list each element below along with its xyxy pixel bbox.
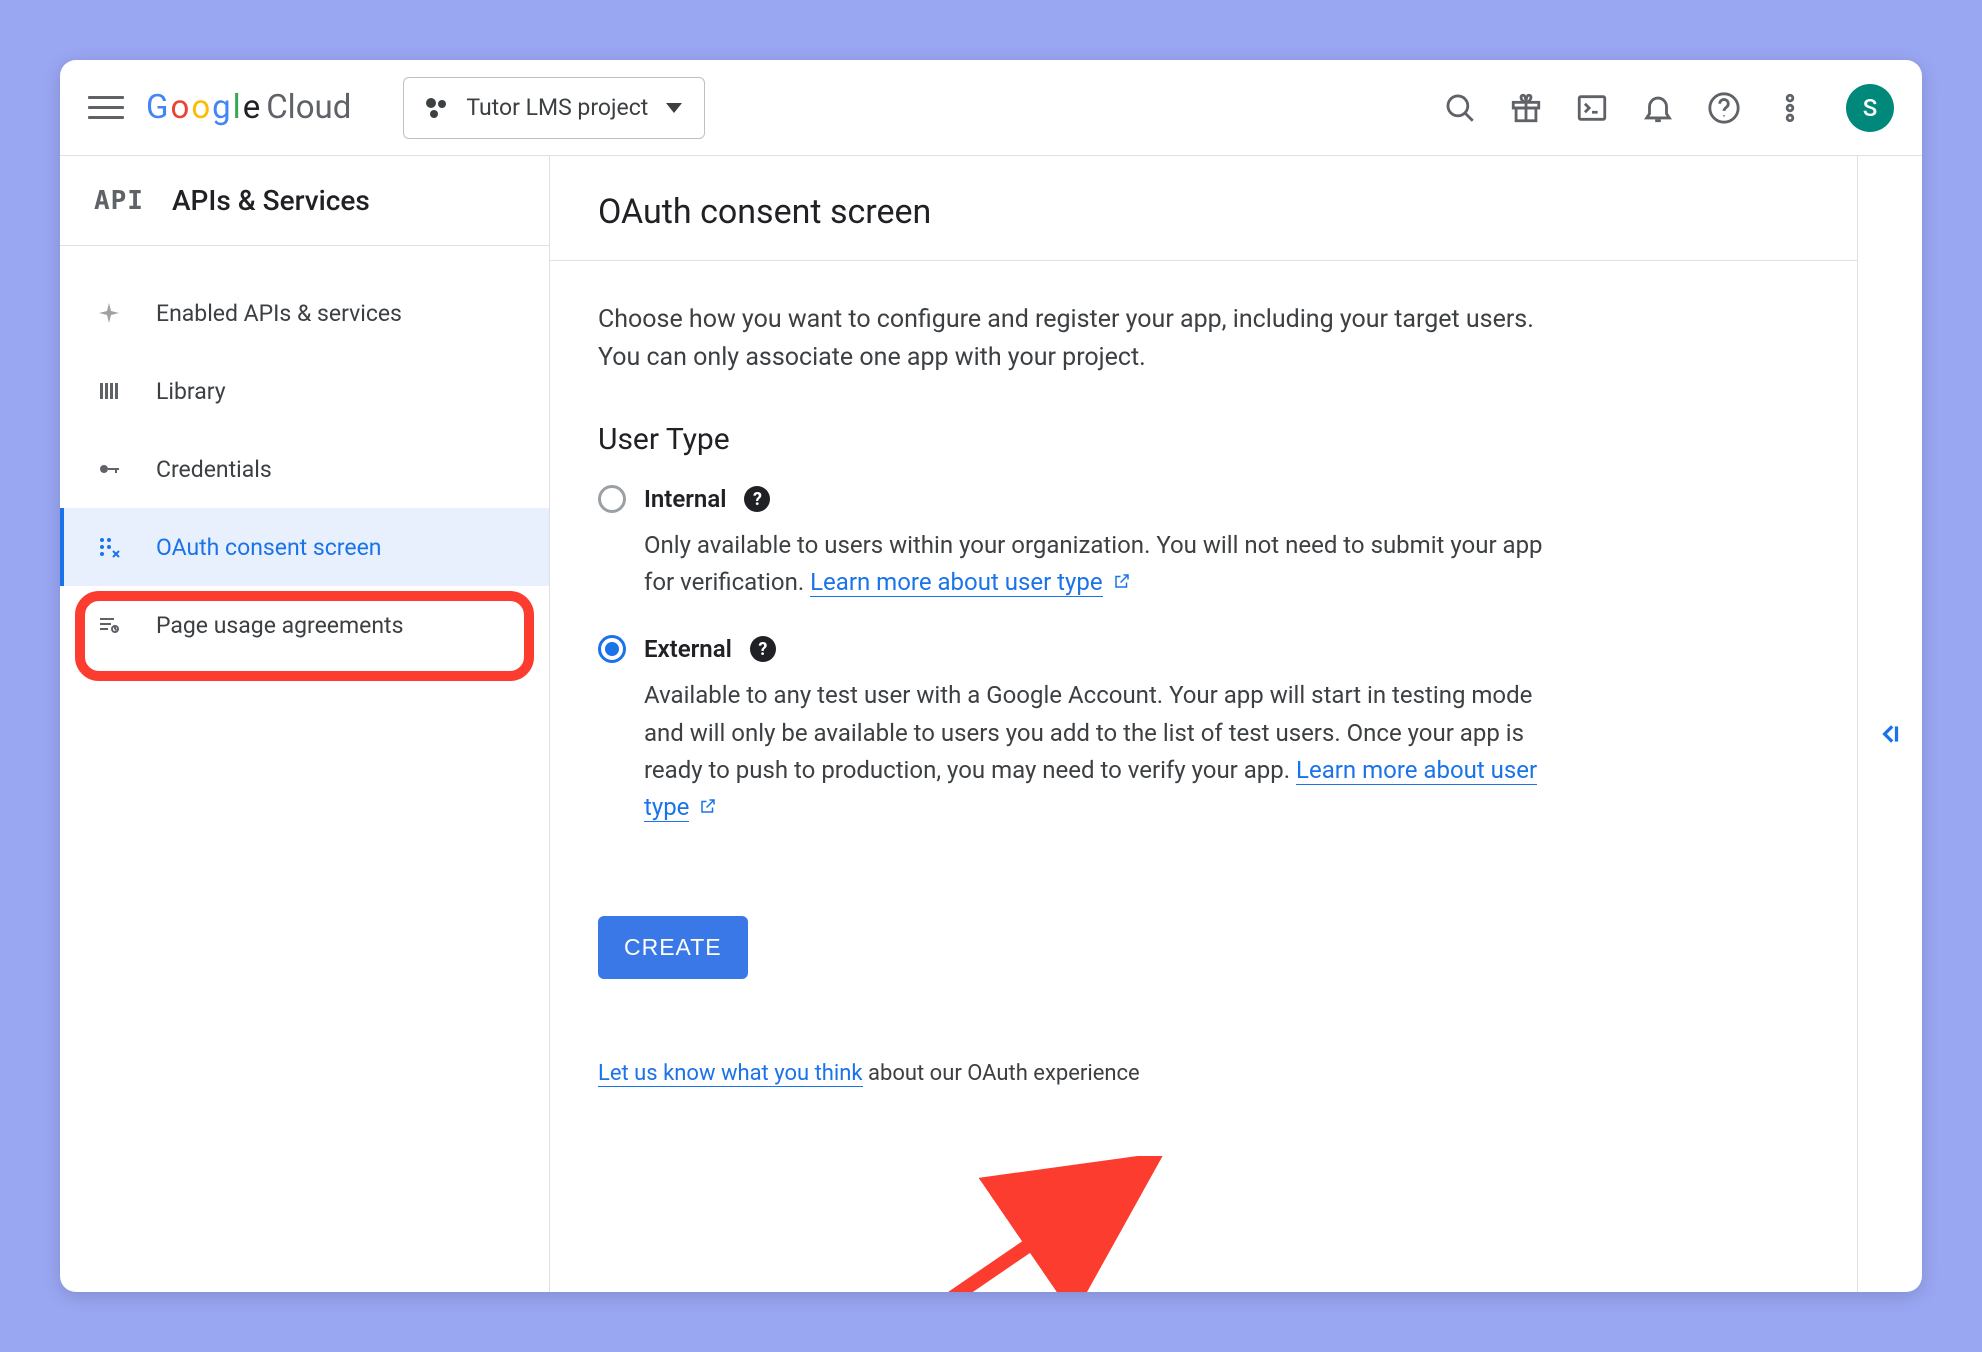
more-icon[interactable]: [1768, 86, 1812, 130]
sidebar-item-label: Page usage agreements: [156, 612, 403, 639]
notifications-icon[interactable]: [1636, 86, 1680, 130]
body: API APIs & Services Enabled APIs & servi…: [60, 156, 1922, 1292]
divider: [550, 260, 1857, 261]
project-icon: [426, 97, 448, 119]
agreements-icon: [94, 610, 124, 640]
feedback-line: Let us know what you think about our OAu…: [598, 1061, 1809, 1086]
chevron-down-icon: [666, 103, 682, 113]
sidebar-title-row: API APIs & Services: [60, 156, 549, 246]
main-area: OAuth consent screen Choose how you want…: [550, 156, 1922, 1292]
user-type-internal-row: Internal ?: [598, 485, 1809, 513]
feedback-suffix: about our OAuth experience: [863, 1061, 1140, 1086]
sidebar-item-enabled-apis[interactable]: Enabled APIs & services: [60, 274, 549, 352]
sidebar-item-library[interactable]: Library: [60, 352, 549, 430]
sidebar-item-label: Library: [156, 378, 226, 405]
account-avatar[interactable]: S: [1846, 84, 1894, 132]
feedback-link[interactable]: Let us know what you think: [598, 1061, 863, 1087]
radio-internal[interactable]: [598, 485, 626, 513]
sidebar-title: APIs & Services: [172, 184, 370, 217]
sidebar-item-oauth-consent[interactable]: OAuth consent screen: [60, 508, 549, 586]
help-icon[interactable]: ?: [750, 636, 776, 662]
key-icon: [94, 454, 124, 484]
radio-internal-label: Internal: [644, 485, 726, 513]
user-type-heading: User Type: [598, 422, 1809, 457]
content-panel: OAuth consent screen Choose how you want…: [550, 156, 1858, 1292]
gift-icon[interactable]: [1504, 86, 1548, 130]
sidebar-list: Enabled APIs & services Library Credenti…: [60, 246, 549, 664]
internal-description: Only available to users within your orga…: [644, 527, 1574, 601]
api-icon: API: [94, 186, 144, 216]
external-description: Available to any test user with a Google…: [644, 677, 1574, 826]
enabled-apis-icon: [94, 298, 124, 328]
page-description: Choose how you want to configure and reg…: [598, 301, 1558, 376]
radio-external[interactable]: [598, 635, 626, 663]
right-rail: [1858, 156, 1922, 1292]
consent-icon: [94, 532, 124, 562]
user-type-external-row: External ?: [598, 635, 1809, 663]
cloud-shell-icon[interactable]: [1570, 86, 1614, 130]
project-picker[interactable]: Tutor LMS project: [403, 77, 705, 139]
sidebar-item-label: OAuth consent screen: [156, 534, 382, 561]
sidebar-item-label: Credentials: [156, 456, 272, 483]
library-icon: [94, 376, 124, 406]
collapse-panel-icon[interactable]: [1877, 176, 1903, 1292]
cloud-text: Cloud: [266, 88, 351, 127]
header-bar: Google Cloud Tutor LMS project S: [60, 60, 1922, 156]
menu-icon[interactable]: [88, 90, 124, 126]
google-cloud-logo[interactable]: Google Cloud: [146, 88, 351, 127]
external-link-icon: [699, 789, 717, 826]
help-icon[interactable]: [1702, 86, 1746, 130]
search-icon[interactable]: [1438, 86, 1482, 130]
help-icon[interactable]: ?: [744, 486, 770, 512]
avatar-initial: S: [1863, 94, 1878, 122]
radio-external-label: External: [644, 635, 732, 663]
sidebar-item-credentials[interactable]: Credentials: [60, 430, 549, 508]
create-button[interactable]: CREATE: [598, 916, 748, 979]
sidebar-item-label: Enabled APIs & services: [156, 300, 402, 327]
page-title: OAuth consent screen: [598, 156, 1809, 260]
external-link-icon: [1113, 564, 1131, 601]
project-name: Tutor LMS project: [466, 94, 648, 121]
cloud-console-window: Google Cloud Tutor LMS project S: [60, 60, 1922, 1292]
learn-more-internal-link[interactable]: Learn more about user type: [810, 568, 1102, 597]
sidebar-item-page-usage[interactable]: Page usage agreements: [60, 586, 549, 664]
sidebar: API APIs & Services Enabled APIs & servi…: [60, 156, 550, 1292]
